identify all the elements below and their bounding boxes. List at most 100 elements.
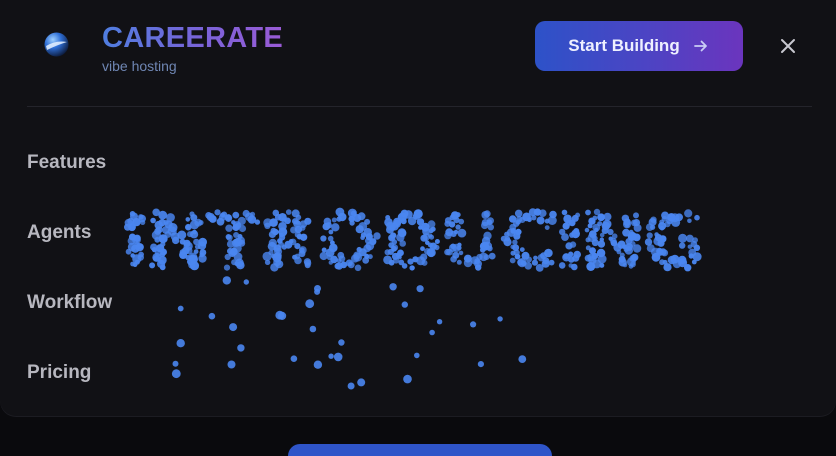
- particle-dot: [558, 262, 566, 269]
- particle-dot: [399, 240, 407, 247]
- particle-dot: [515, 219, 521, 225]
- particle-dot: [158, 210, 168, 220]
- particle-dot: [400, 218, 407, 225]
- arrow-right-icon: [693, 40, 707, 52]
- particle-dot: [176, 339, 185, 348]
- particle-dot: [657, 239, 665, 247]
- particle-dot: [135, 243, 144, 252]
- particle-dot: [309, 325, 317, 333]
- particle-dot: [285, 209, 292, 215]
- particle-dot: [225, 224, 233, 232]
- particle-dot: [444, 231, 452, 240]
- particle-dot: [622, 262, 628, 268]
- mobile-menu-panel: CAREERATE vibe hosting Start Building Fe…: [0, 0, 836, 416]
- particle-dot: [409, 265, 415, 271]
- particle-dot: [232, 211, 240, 219]
- particle-dot: [541, 259, 550, 268]
- particle-dot: [150, 217, 156, 224]
- particle-dot: [172, 360, 179, 367]
- start-building-label: Start Building: [568, 36, 680, 55]
- particle-text-animation: [124, 207, 702, 390]
- particle-dot: [483, 254, 490, 261]
- particle-dot: [646, 232, 653, 239]
- particle-dot: [331, 217, 337, 223]
- nav-item-workflow[interactable]: Workflow: [27, 292, 112, 314]
- particle-dot: [458, 250, 464, 256]
- particle-dot: [222, 276, 231, 285]
- particle-dot: [274, 213, 282, 221]
- particle-dot: [633, 212, 639, 219]
- particle-dot: [403, 374, 412, 384]
- particle-dot: [325, 222, 332, 229]
- particle-dot: [569, 241, 577, 248]
- particle-dot: [561, 209, 568, 216]
- particle-dot: [678, 233, 688, 243]
- particle-dot: [236, 261, 245, 270]
- particle-dot: [134, 259, 140, 265]
- particle-dot: [338, 255, 346, 262]
- particle-dot: [125, 248, 132, 255]
- particle-dot: [360, 235, 365, 240]
- particle-dot: [514, 253, 521, 260]
- particle-dot: [450, 255, 457, 263]
- header-divider: [27, 106, 812, 107]
- particle-dot: [275, 260, 284, 269]
- particle-dot: [434, 239, 440, 244]
- particle-dot: [585, 209, 591, 216]
- particle-dot: [319, 251, 328, 261]
- particle-dot: [355, 225, 364, 234]
- particle-dot: [650, 224, 656, 230]
- particle-dot: [664, 221, 671, 228]
- particle-dot: [330, 255, 338, 264]
- particle-dot: [524, 262, 532, 270]
- start-building-button[interactable]: Start Building: [535, 21, 743, 71]
- particle-dot: [544, 248, 553, 258]
- particle-dot: [149, 262, 156, 269]
- nav-item-agents[interactable]: Agents: [27, 222, 91, 244]
- particle-dot: [691, 259, 697, 265]
- particle-dot: [353, 214, 362, 222]
- particle-dot: [159, 264, 166, 271]
- particle-dot: [599, 262, 605, 268]
- particle-dot: [421, 259, 428, 266]
- particle-dot: [513, 232, 521, 240]
- particle-dot: [429, 234, 435, 240]
- particle-dot: [189, 261, 200, 271]
- particle-dot: [367, 254, 373, 260]
- brand-name[interactable]: CAREERATE: [102, 21, 283, 55]
- particle-dot: [185, 223, 192, 231]
- particle-dot: [262, 251, 272, 261]
- sphere-logo-icon[interactable]: [43, 31, 70, 58]
- particle-dot: [338, 339, 345, 346]
- particle-dot: [391, 245, 397, 252]
- particle-dot: [487, 224, 494, 231]
- particle-dot: [544, 225, 550, 230]
- particle-dot: [455, 212, 461, 218]
- particle-dot: [389, 224, 396, 231]
- nav-item-features[interactable]: Features: [27, 152, 106, 174]
- particle-dot: [243, 279, 249, 285]
- close-icon[interactable]: [778, 36, 798, 56]
- particle-dot: [661, 249, 669, 257]
- particle-dot: [128, 223, 136, 232]
- bottom-button-edge[interactable]: [288, 444, 552, 456]
- particle-dot: [539, 209, 547, 217]
- particle-dot: [320, 235, 327, 242]
- particle-dot: [533, 255, 538, 261]
- particle-dot: [450, 230, 457, 237]
- particle-dot: [304, 262, 311, 269]
- particle-dot: [295, 220, 300, 225]
- particle-dot: [185, 217, 191, 222]
- particle-dot: [426, 247, 436, 258]
- particle-dot: [226, 234, 233, 241]
- particle-dot: [401, 301, 408, 308]
- particle-dot: [463, 258, 473, 268]
- particle-dot: [512, 239, 518, 245]
- particle-dot: [503, 238, 512, 247]
- particle-dot: [624, 246, 634, 255]
- particle-dot: [434, 244, 440, 251]
- nav-item-pricing[interactable]: Pricing: [27, 362, 91, 384]
- particle-dot: [416, 285, 424, 293]
- particle-dot: [536, 216, 545, 225]
- particle-dot: [208, 215, 217, 223]
